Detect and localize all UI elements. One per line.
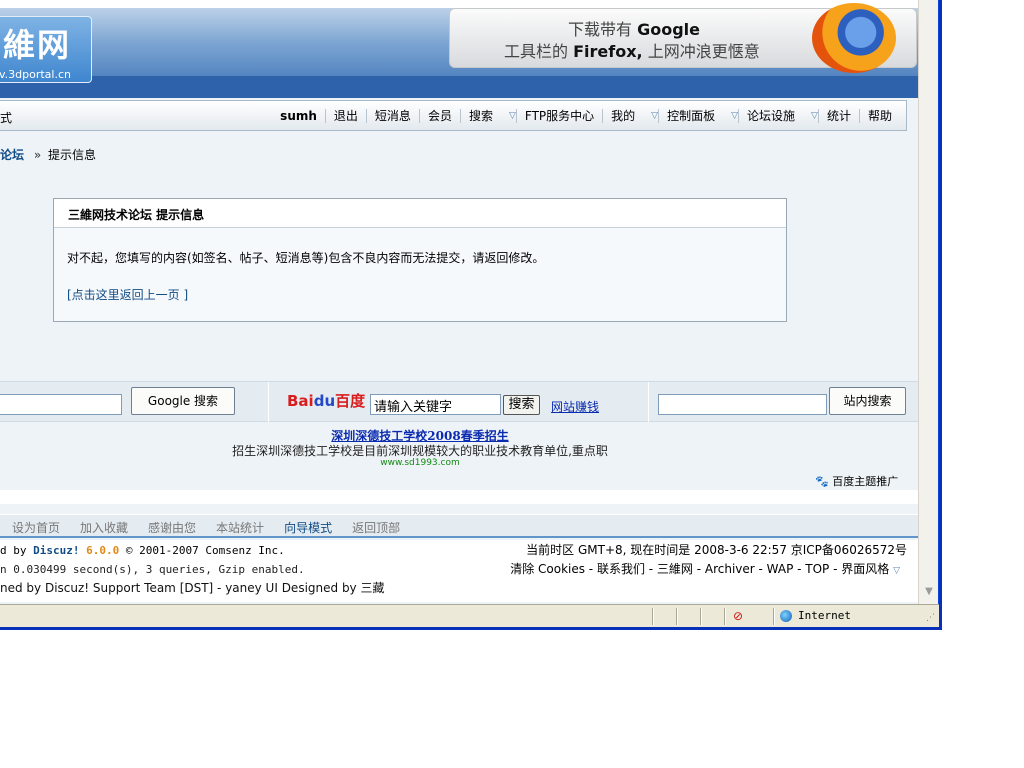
ad-line1: 下载带有 Google (568, 16, 700, 40)
firefox-ad-banner[interactable]: 下载带有 Google 工具栏的 Firefox, 上网冲浪更惬意 (449, 3, 917, 73)
chevron-down-icon[interactable]: ▽ (811, 111, 818, 121)
nav-item[interactable]: 论坛设施 (738, 109, 803, 123)
search-bar: Google 搜索 Baidu百度 请输入关键字 搜索 网站赚钱 站内搜索 (0, 381, 918, 422)
promo-url[interactable]: www.sd1993.com (0, 458, 840, 468)
nav-item[interactable]: 我的 (602, 109, 643, 123)
baidu-earn-link[interactable]: 网站赚钱 (551, 398, 599, 415)
search-divider (648, 382, 649, 422)
ad-line2-prefix: 工具栏的 (504, 42, 569, 61)
ad-line2: 工具栏的 Firefox, 上网冲浪更惬意 (504, 38, 760, 62)
vertical-scrollbar[interactable]: ▼ (918, 0, 938, 604)
status-bar: ⊘ Internet ⋰ (0, 604, 939, 627)
baidu-search-input[interactable]: 请输入关键字 (370, 394, 501, 415)
timezone-info: 当前时区 GMT+8, 现在时间是 2008-3-6 22:57 京ICP备06… (526, 543, 907, 557)
spacer-band (0, 490, 918, 504)
baidu-paw-icon: 🐾 (815, 475, 829, 488)
footer-link[interactable]: 返回顶部 (352, 519, 400, 536)
breadcrumb-separator: » (33, 148, 42, 162)
nav-items: sumh 退出 短消息 会员 搜索 ▽ FTP服务中心 我的 ▽ 控制面板 ▽ 论坛设施 ▽ 统计 帮助 (272, 109, 900, 123)
message-box: 三維网技术论坛 提示信息 对不起，您填写的内容(如签名、帖子、短消息等)包含不良… (53, 198, 787, 322)
baidu-promo-link[interactable]: 🐾 百度主题推广 (815, 473, 898, 489)
nav-item[interactable]: 会员 (418, 109, 460, 123)
status-segment (700, 608, 702, 625)
resize-grip-icon[interactable]: ⋰ (926, 613, 938, 625)
footer-link[interactable]: 加入收藏 (80, 519, 128, 536)
footer-link[interactable]: 向导模式 (284, 519, 332, 536)
search-divider (268, 382, 269, 422)
google-search-input[interactable] (0, 394, 122, 415)
chevron-down-icon[interactable]: ▽ (509, 111, 516, 121)
copyright: © 2001-2007 Comsenz Inc. (125, 544, 285, 557)
ad-google-brand: Google (637, 20, 701, 39)
status-segment (652, 608, 654, 625)
google-search-button[interactable]: Google 搜索 (131, 387, 235, 415)
chevron-down-icon[interactable]: ▽ (893, 566, 900, 576)
powered-prefix: d by (0, 544, 27, 557)
nav-style-fragment: 式 (0, 111, 13, 125)
processed-stats: n 0.030499 second(s), 3 queries, Gzip en… (0, 563, 305, 576)
breadcrumb: 论坛 » 提示信息 (0, 146, 96, 163)
nav-item[interactable]: 统计 (817, 109, 859, 123)
nav-item[interactable]: 帮助 (858, 109, 900, 123)
nav-item[interactable]: 控制面板 (658, 109, 723, 123)
baidu-logo-right: 百度 (335, 392, 366, 410)
chevron-down-icon[interactable]: ▽ (731, 111, 738, 121)
footer-link[interactable]: 感谢由您 (148, 519, 196, 536)
ad-firefox-brand: Firefox, (573, 42, 643, 61)
nav-item[interactable]: sumh (272, 109, 325, 123)
browser-window: 維网 v.3dportal.cn 下载带有 Google 工具栏的 Firefo… (0, 0, 942, 630)
promo-description: 招生深圳深德技工学校是目前深圳规模较大的职业技术教育单位,重点职 (232, 444, 608, 458)
ad-line2-suffix: 上网冲浪更惬意 (647, 42, 760, 61)
designed-by: ned by Discuz! Support Team [DST] - yane… (0, 581, 385, 595)
baidu-search-button[interactable]: 搜索 (503, 395, 540, 415)
page-viewport: 維网 v.3dportal.cn 下载带有 Google 工具栏的 Firefo… (0, 0, 918, 604)
site-search-input[interactable] (658, 394, 827, 415)
discuz-version: 6.0.0 (86, 544, 120, 557)
nav-item[interactable]: 搜索 (459, 109, 501, 123)
footer-links: 设为首页 加入收藏 感谢由您 本站统计 向导模式 返回顶部 (12, 519, 400, 536)
nav-item[interactable]: 退出 (324, 109, 366, 123)
discuz-link[interactable]: Discuz! (33, 544, 79, 557)
site-search-button[interactable]: 站内搜索 (829, 387, 906, 415)
popup-blocked-icon[interactable]: ⊘ (733, 609, 747, 623)
footer-link[interactable]: 设为首页 (12, 519, 60, 536)
ad-line1-prefix: 下载带有 (568, 20, 633, 39)
status-segment (724, 608, 726, 625)
site-header: 維网 v.3dportal.cn 下载带有 Google 工具栏的 Firefo… (0, 0, 918, 98)
internet-globe-icon (780, 610, 792, 622)
baidu-logo-left: Bai (287, 392, 314, 410)
security-zone-label: Internet (798, 609, 851, 622)
header-band (0, 76, 918, 98)
baidu-logo[interactable]: Baidu百度 (287, 390, 365, 411)
logo-url: v.3dportal.cn (0, 68, 71, 81)
baidu-promo-label: 百度主题推广 (832, 475, 899, 488)
nav-item[interactable]: 短消息 (365, 109, 419, 123)
baidu-paw-icon: du (313, 392, 336, 410)
message-title: 三維网技术论坛 提示信息 (54, 199, 786, 228)
back-link[interactable]: [点击这里返回上一页 ] (67, 286, 188, 303)
site-logo[interactable]: 維网 v.3dportal.cn (0, 16, 92, 83)
footer-info: d by Discuz! 6.0.0 © 2001-2007 Comsenz I… (0, 540, 918, 602)
footer-tools-links[interactable]: 清除 Cookies - 联系我们 - 三維网 - Archiver - WAP… (510, 562, 889, 576)
footer-tools[interactable]: 清除 Cookies - 联系我们 - 三維网 - Archiver - WAP… (510, 560, 900, 577)
firefox-logo-icon (812, 3, 896, 73)
breadcrumb-current: 提示信息 (48, 148, 97, 162)
footer-link[interactable]: 本站统计 (216, 519, 264, 536)
powered-by: d by Discuz! 6.0.0 © 2001-2007 Comsenz I… (0, 544, 285, 557)
logo-text: 維网 (3, 26, 72, 64)
status-segment (676, 608, 678, 625)
nav-item[interactable]: FTP服务中心 (515, 109, 602, 123)
message-text: 对不起，您填写的内容(如签名、帖子、短消息等)包含不良内容而无法提交，请返回修改… (67, 251, 545, 265)
footer-nav: 设为首页 加入收藏 感谢由您 本站统计 向导模式 返回顶部 (0, 514, 918, 538)
scroll-down-arrow-icon[interactable]: ▼ (921, 584, 937, 600)
top-nav-bar: 式 sumh 退出 短消息 会员 搜索 ▽ FTP服务中心 我的 ▽ 控制面板 ▽ 论坛设施 ▽ 统计 帮助 (0, 100, 907, 131)
breadcrumb-forum-link[interactable]: 论坛 (0, 148, 24, 162)
status-segment (773, 608, 775, 625)
chevron-down-icon[interactable]: ▽ (651, 111, 658, 121)
